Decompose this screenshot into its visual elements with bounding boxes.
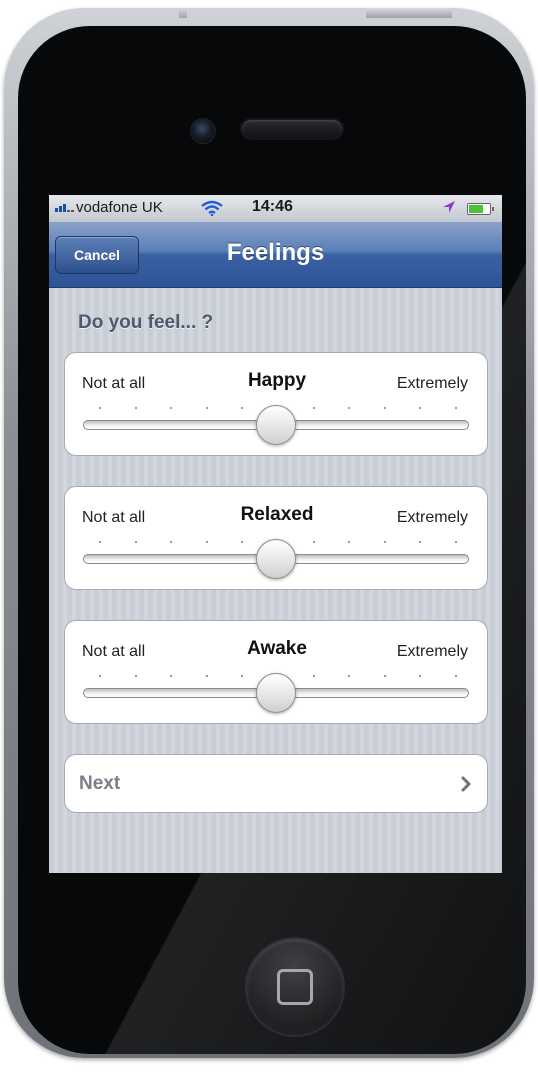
slider-tick bbox=[384, 407, 386, 409]
page-title: Feelings bbox=[226, 239, 325, 266]
slider-tick bbox=[241, 541, 243, 543]
slider-max-label: Extremely bbox=[396, 643, 468, 660]
slider-tick bbox=[99, 675, 101, 677]
power-button bbox=[366, 8, 452, 18]
slider-tick bbox=[206, 675, 208, 677]
location-icon bbox=[443, 201, 455, 213]
slider-max-label: Extremely bbox=[396, 375, 468, 392]
slider-tick bbox=[455, 675, 457, 677]
navigation-bar: Cancel Feelings bbox=[49, 222, 502, 288]
slider-tick bbox=[170, 675, 172, 677]
feelings-form: Do you feel... ? Not at all Happy Extrem… bbox=[49, 288, 502, 873]
section-header: Do you feel... ? bbox=[78, 312, 214, 333]
home-button[interactable] bbox=[247, 939, 343, 1035]
carrier-name: vodafone UK bbox=[76, 199, 163, 216]
chevron-right-icon bbox=[461, 776, 471, 792]
slider-tick bbox=[170, 407, 172, 409]
slider-tick bbox=[419, 675, 421, 677]
battery-icon bbox=[467, 203, 494, 215]
slider-tick bbox=[455, 541, 457, 543]
slider-tick bbox=[99, 407, 101, 409]
slider-tick bbox=[419, 541, 421, 543]
slider-thumb[interactable] bbox=[256, 539, 296, 579]
next-button[interactable]: Next bbox=[64, 754, 488, 813]
status-bar: vodafone UK 14:46 bbox=[49, 195, 502, 222]
slider-tick bbox=[313, 675, 315, 677]
slider-tick bbox=[170, 541, 172, 543]
slider-tick bbox=[241, 675, 243, 677]
slider-tick bbox=[348, 407, 350, 409]
slider-tick bbox=[384, 675, 386, 677]
slider-tick bbox=[348, 541, 350, 543]
slider-tick bbox=[348, 675, 350, 677]
mute-switch bbox=[179, 8, 187, 18]
front-camera-icon bbox=[190, 118, 216, 144]
slider-tick bbox=[135, 541, 137, 543]
slider-card-relaxed: Not at all Relaxed Extremely bbox=[64, 486, 488, 590]
home-square-icon bbox=[277, 969, 313, 1005]
slider-tick bbox=[206, 541, 208, 543]
slider-tick bbox=[313, 407, 315, 409]
slider-tick bbox=[313, 541, 315, 543]
wifi-icon bbox=[201, 200, 223, 216]
slider-tick bbox=[99, 541, 101, 543]
signal-icon bbox=[55, 204, 74, 212]
slider-card-awake: Not at all Awake Extremely bbox=[64, 620, 488, 724]
next-label: Next bbox=[79, 773, 121, 794]
slider-tick bbox=[384, 541, 386, 543]
slider-tick bbox=[206, 407, 208, 409]
slider-card-happy: Not at all Happy Extremely bbox=[64, 352, 488, 456]
slider-tick bbox=[135, 407, 137, 409]
app-screen: vodafone UK 14:46 Cancel Feelings Do you… bbox=[49, 195, 502, 873]
slider-thumb[interactable] bbox=[256, 405, 296, 445]
status-time: 14:46 bbox=[252, 198, 293, 215]
slider-tick bbox=[455, 407, 457, 409]
slider-tick bbox=[419, 407, 421, 409]
earpiece-speaker bbox=[242, 120, 342, 138]
slider-tick bbox=[135, 675, 137, 677]
slider-tick bbox=[241, 407, 243, 409]
phone-mockup: vodafone UK 14:46 Cancel Feelings Do you… bbox=[0, 0, 538, 1085]
slider-thumb[interactable] bbox=[256, 673, 296, 713]
slider-max-label: Extremely bbox=[396, 509, 468, 526]
